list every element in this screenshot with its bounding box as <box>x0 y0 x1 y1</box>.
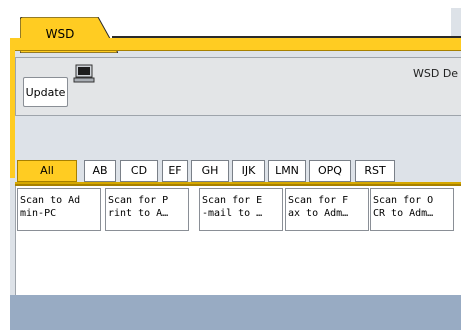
wsd-description: WSD De <box>413 67 459 80</box>
filter-tab-rst[interactable]: RST <box>355 160 395 182</box>
filter-tab-ef[interactable]: EF <box>162 160 188 182</box>
destination-line2: CR to Adm… <box>373 208 434 219</box>
destination-line2: min-PC <box>20 208 57 219</box>
filter-tab-ijk[interactable]: IJK <box>232 160 265 182</box>
destination-line1: Scan for O <box>373 195 434 206</box>
destination-grid: Scan to Ad min-PC Scan for Print to A… Scan… <box>15 186 461 295</box>
filter-tab-all[interactable]: All <box>17 160 77 182</box>
filter-tab-lmn[interactable]: LMN <box>268 160 306 182</box>
filter-tab-opq[interactable]: OPQ <box>309 160 351 182</box>
accent-band <box>10 38 461 51</box>
update-button[interactable]: Update <box>23 77 68 107</box>
header-box: Update WSD De <box>15 57 461 116</box>
destination-button[interactable]: Scan for F ax to Adm… <box>285 188 369 231</box>
destination-line1: Scan to Ad <box>20 195 81 206</box>
destination-line2: ax to Adm… <box>288 208 349 219</box>
destination-line2: -mail to … <box>202 208 263 219</box>
destination-button[interactable]: Scan for O CR to Adm… <box>370 188 454 231</box>
filter-tab-ab[interactable]: AB <box>84 160 116 182</box>
destination-line1: Scan for P <box>108 195 169 206</box>
filter-bar: All AB CD EF GH IJK LMN OPQ RST <box>17 160 461 182</box>
filter-tab-cd[interactable]: CD <box>120 160 158 182</box>
destination-line1: Scan for F <box>288 195 349 206</box>
destination-button[interactable]: Scan to Ad min-PC <box>17 188 101 231</box>
destination-button[interactable]: Scan for E -mail to … <box>199 188 283 231</box>
destination-line2: rint to A… <box>108 208 169 219</box>
filter-tab-gh[interactable]: GH <box>191 160 229 182</box>
destination-line1: Scan for E <box>202 195 263 206</box>
wsd-screen: WSD Update WSD De All AB CD EF GH IJK LMN OPQ RS… <box>0 0 461 330</box>
footer-bar <box>10 295 461 330</box>
destination-button[interactable]: Scan for P rint to A… <box>105 188 189 231</box>
computer-monitor-icon <box>73 64 95 88</box>
